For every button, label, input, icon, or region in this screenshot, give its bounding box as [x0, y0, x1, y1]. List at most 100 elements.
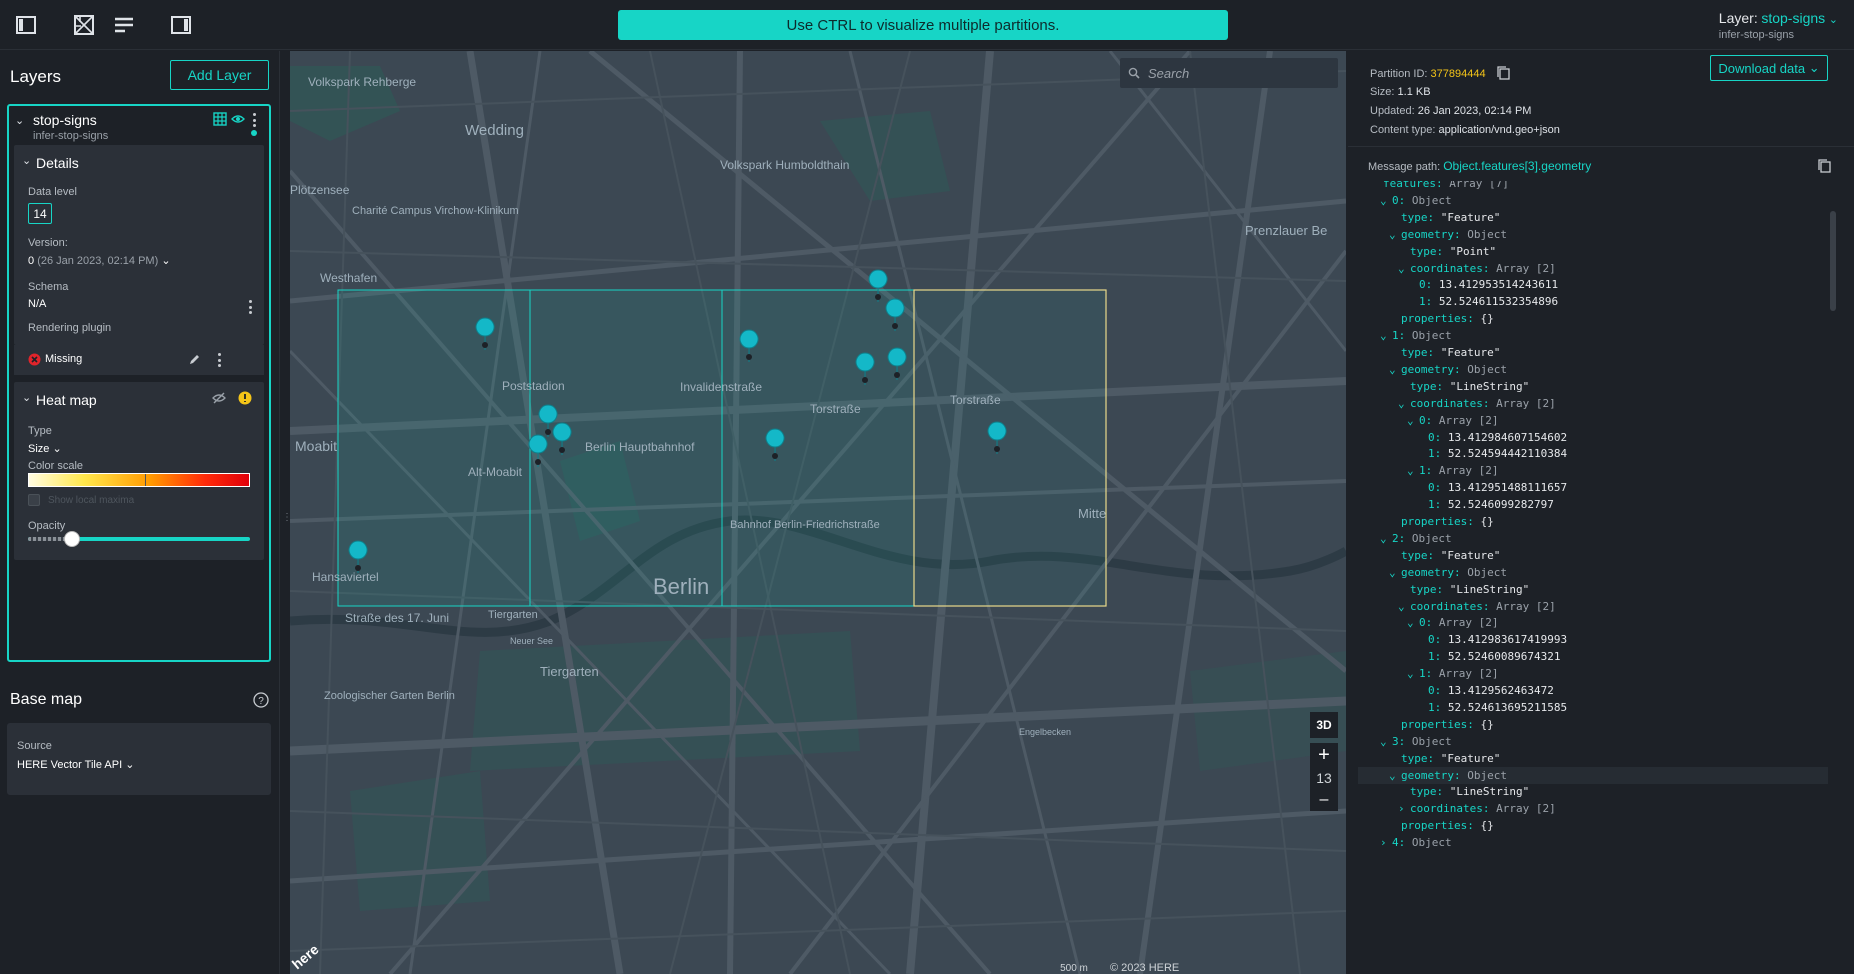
help-icon[interactable]: ? — [253, 692, 269, 708]
chevron-down-icon[interactable]: ⌄ — [1389, 361, 1401, 378]
tree-row[interactable]: 0: 13.412984607154602 — [1358, 429, 1828, 446]
chevron-right-icon[interactable]: › — [1398, 800, 1410, 817]
layer-menu-icon[interactable] — [252, 113, 256, 127]
local-maxima-checkbox[interactable] — [28, 494, 40, 506]
tree-row[interactable]: ⌄ 2: Object — [1358, 530, 1828, 547]
tree-row[interactable]: ⌄ coordinates: Array [2] — [1358, 598, 1828, 615]
version-selector[interactable]: 0 (26 Jan 2023, 02:14 PM) ⌄ — [28, 254, 171, 267]
tree-row[interactable]: ⌄ geometry: Object — [1358, 766, 1828, 784]
chevron-down-icon[interactable]: ⌄ — [1380, 530, 1392, 547]
chevron-down-icon[interactable]: ⌄ — [15, 114, 24, 127]
tree-row[interactable]: properties: {} — [1358, 310, 1828, 327]
layer-selector[interactable]: Layer: stop-signs ⌄ infer-stop-signs — [1719, 10, 1838, 41]
warning-icon[interactable] — [238, 391, 252, 405]
chevron-down-icon[interactable]: ⌄ — [1380, 327, 1392, 344]
eye-icon[interactable] — [231, 113, 245, 125]
map-canvas[interactable]: Volkspark Rehberge Wedding Volkspark Hum… — [290, 51, 1346, 974]
chevron-down-icon[interactable]: ⌄ — [1407, 412, 1419, 429]
zoom-out-button[interactable]: – — [1310, 789, 1338, 811]
zoom-in-button[interactable]: + — [1310, 743, 1338, 767]
chevron-down-icon[interactable]: ⌄ — [1380, 192, 1392, 209]
map-icon[interactable] — [73, 14, 95, 36]
tree-row[interactable]: features: Array [7] — [1358, 181, 1828, 192]
tree-row[interactable]: ⌄ coordinates: Array [2] — [1358, 260, 1828, 277]
chevron-down-icon[interactable]: ⌄ — [1407, 614, 1419, 631]
chevron-down-icon[interactable]: ⌄ — [1389, 767, 1401, 784]
tree-value: Array [2] — [1438, 616, 1499, 630]
tree-key: geometry: — [1401, 362, 1468, 376]
tree-row[interactable]: 0: 13.4129562463472 — [1358, 682, 1828, 699]
tree-row[interactable]: type: "Feature" — [1358, 344, 1828, 361]
tree-row[interactable]: 0: 13.412951488111657 — [1358, 479, 1828, 496]
chevron-down-icon[interactable]: ⌄ — [22, 154, 31, 167]
tree-row[interactable]: ⌄ coordinates: Array [2] — [1358, 395, 1828, 412]
tree-row[interactable]: type: "Feature" — [1358, 547, 1828, 564]
tree-row[interactable]: 1: 52.52460089674321 — [1358, 648, 1828, 665]
grid-icon[interactable] — [213, 112, 227, 126]
copy-icon[interactable] — [1818, 159, 1831, 173]
tree-row[interactable]: ⌄ geometry: Object — [1358, 226, 1828, 243]
tree-row[interactable]: › coordinates: Array [2] — [1358, 800, 1828, 817]
opacity-slider-thumb[interactable] — [64, 531, 81, 547]
plugin-menu-icon[interactable] — [217, 353, 221, 367]
chevron-down-icon[interactable]: ⌄ — [1380, 733, 1392, 750]
source-selector[interactable]: HERE Vector Tile API ⌄ — [17, 758, 134, 771]
edit-icon[interactable] — [188, 353, 201, 366]
chevron-right-icon[interactable]: › — [1380, 834, 1392, 851]
tree-row[interactable]: properties: {} — [1358, 716, 1828, 733]
schema-menu-icon[interactable] — [248, 300, 252, 314]
tree-row[interactable]: › 4: Object — [1358, 834, 1828, 851]
tree-row[interactable]: 0: 13.412983617419993 — [1358, 631, 1828, 648]
tree-row[interactable]: ⌄ 0: Array [2] — [1358, 614, 1828, 631]
chevron-down-icon[interactable]: ⌄ — [1389, 226, 1401, 243]
panel-right-icon[interactable] — [170, 14, 192, 36]
chevron-down-icon[interactable]: ⌄ — [1398, 260, 1410, 277]
tree-row[interactable]: properties: {} — [1358, 817, 1828, 834]
tree-row[interactable]: type: "Point" — [1358, 243, 1828, 260]
tree-key: 1: — [1419, 464, 1439, 478]
tree-row[interactable]: 0: 13.412953514243611 — [1358, 276, 1828, 293]
tree-row[interactable]: ⌄ 0: Object — [1358, 192, 1828, 209]
3d-button[interactable]: 3D — [1310, 712, 1338, 738]
tree-row[interactable]: ⌄ 3: Object — [1358, 733, 1828, 750]
tree-row[interactable]: properties: {} — [1358, 513, 1828, 530]
chevron-down-icon[interactable]: ⌄ — [1407, 665, 1419, 682]
add-layer-button[interactable]: Add Layer — [170, 60, 269, 90]
tree-row[interactable]: type: "LineString" — [1358, 378, 1828, 395]
tree-row[interactable]: type: "Feature" — [1358, 209, 1828, 226]
opacity-slider[interactable] — [28, 531, 250, 547]
data-level-input[interactable]: 14 — [28, 203, 52, 224]
chevron-down-icon[interactable]: ⌄ — [22, 391, 31, 404]
type-selector[interactable]: Size ⌄ — [28, 442, 62, 455]
layer-card[interactable]: ⌄ stop-signs infer-stop-signs ⌄ Details … — [7, 104, 271, 662]
chevron-down-icon[interactable]: ⌄ — [1398, 598, 1410, 615]
map-label: Tiergarten — [540, 664, 599, 679]
panel-left-icon[interactable] — [15, 14, 37, 36]
tree-row[interactable]: ⌄ 1: Object — [1358, 327, 1828, 344]
tree-row[interactable]: 1: 52.524611532354896 — [1358, 293, 1828, 310]
tree-row[interactable]: ⌄ 1: Array [2] — [1358, 665, 1828, 682]
map-view[interactable]: Volkspark Rehberge Wedding Volkspark Hum… — [290, 51, 1346, 974]
tree-row[interactable]: 1: 52.524594442110384 — [1358, 445, 1828, 462]
copy-icon[interactable] — [1497, 66, 1510, 80]
json-tree[interactable]: features: Array [7] ⌄ 0: Object type: "Feat… — [1358, 181, 1838, 974]
tree-row[interactable]: type: "LineString" — [1358, 581, 1828, 598]
tree-row[interactable]: ⌄ geometry: Object — [1358, 361, 1828, 378]
list-icon[interactable] — [113, 14, 135, 36]
map-search[interactable]: Search — [1120, 58, 1338, 88]
tree-row[interactable]: type: "Feature" — [1358, 750, 1828, 767]
map-label: Westhafen — [320, 271, 377, 285]
tree-row[interactable]: 1: 52.5246099282797 — [1358, 496, 1828, 513]
tree-row[interactable]: ⌄ geometry: Object — [1358, 564, 1828, 581]
tree-row[interactable]: 1: 52.524613695211585 — [1358, 699, 1828, 716]
scrollbar[interactable] — [1830, 211, 1836, 311]
chevron-down-icon[interactable]: ⌄ — [1407, 462, 1419, 479]
tree-row[interactable]: ⌄ 1: Array [2] — [1358, 462, 1828, 479]
tree-key: geometry: — [1401, 227, 1468, 241]
tree-row[interactable]: type: "LineString" — [1358, 783, 1828, 800]
tree-row[interactable]: ⌄ 0: Array [2] — [1358, 412, 1828, 429]
chevron-down-icon[interactable]: ⌄ — [1389, 564, 1401, 581]
download-data-button[interactable]: Download data ⌄ — [1710, 55, 1828, 81]
eye-off-icon[interactable] — [212, 392, 226, 404]
chevron-down-icon[interactable]: ⌄ — [1398, 395, 1410, 412]
